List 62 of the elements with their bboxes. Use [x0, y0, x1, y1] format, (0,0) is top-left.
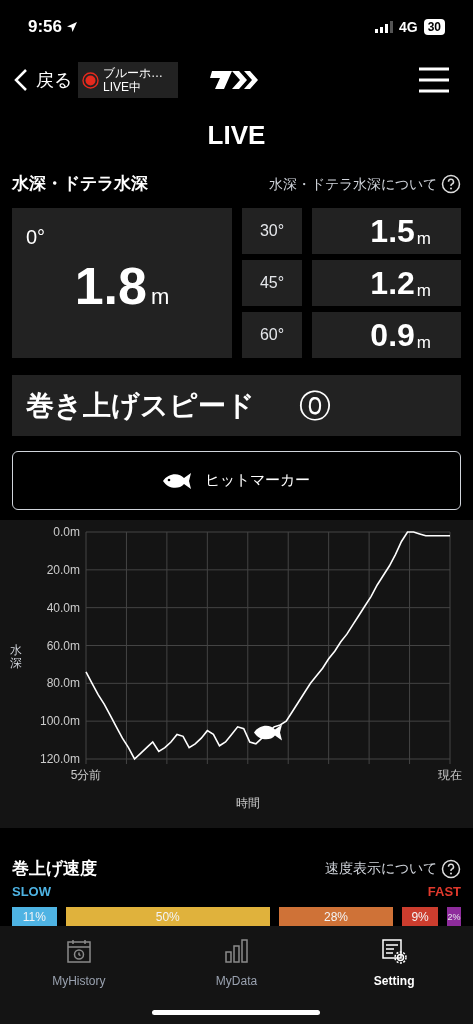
tab-item[interactable]: Setting [315, 938, 473, 990]
depth-value: 1.5 [370, 212, 415, 250]
y-tick-label: 0.0m [53, 525, 80, 539]
speed-help-link[interactable]: 速度表示について [325, 858, 461, 880]
x-axis-label: 時間 [236, 796, 260, 810]
tab-item[interactable]: MyData [157, 938, 316, 990]
status-time: 9:56 [28, 16, 63, 39]
help-icon [441, 858, 461, 879]
y-tick-label: 60.0m [46, 638, 80, 653]
fish-icon [163, 471, 193, 490]
logo [210, 68, 258, 92]
bar-percent: 9% [411, 911, 429, 923]
depth-unit: m [151, 283, 170, 311]
signal-icon [374, 21, 393, 33]
depth-value: 1.2 [370, 264, 415, 302]
live-badge[interactable]: ブルーホ… LIVE中 [78, 62, 178, 98]
menu-button[interactable] [419, 67, 449, 93]
angle-label: 0° [26, 225, 46, 250]
y-tick-label: 20.0m [46, 562, 80, 577]
page-title: LIVE [207, 118, 266, 152]
fast-label: FAST [427, 882, 461, 901]
back-button[interactable]: 戻る [14, 66, 72, 94]
tab-item[interactable]: MyHistory [0, 938, 158, 990]
live-status: LIVE中 [103, 80, 142, 94]
bar-percent: 28% [324, 911, 349, 923]
bar-percent: 11% [22, 911, 46, 923]
settings-icon [381, 938, 408, 964]
y-tick-label: 120.0m [39, 752, 80, 766]
record-icon [82, 71, 99, 89]
x-tick-label: 現在 [438, 768, 462, 782]
angle-cell: 30° [242, 208, 302, 254]
slow-label: SLOW [12, 882, 51, 901]
y-tick-label: 80.0m [46, 676, 80, 691]
depth-unit: m [416, 280, 431, 302]
hit-marker-button[interactable]: ヒットマーカー [12, 451, 461, 510]
depth-value: 1.8 [74, 260, 147, 312]
angle-cell: 60° [242, 312, 302, 358]
section-heading: 水深・ドテラ水深 [12, 173, 148, 196]
fish-icon [254, 724, 282, 741]
angle-cell: 45° [242, 260, 302, 306]
help-icon [441, 174, 461, 194]
depth-help-link[interactable]: 水深・ドテラ水深について [269, 173, 461, 195]
network-label: 4G [398, 17, 418, 37]
y-axis-label: 水深 [10, 644, 23, 671]
bar-percent: 2% [447, 912, 461, 922]
x-tick-label: 5分前 [70, 768, 102, 782]
depth-unit: m [416, 332, 431, 354]
device-name: ブルーホ… [103, 66, 163, 80]
location-arrow-icon [66, 21, 79, 33]
bar-percent: 50% [155, 911, 180, 923]
calendar-clock-icon [65, 938, 92, 964]
y-tick-label: 100.0m [39, 714, 80, 729]
bar-chart-icon [223, 938, 250, 964]
battery-icon: 30 [423, 19, 445, 35]
reel-speed-value: ⓪ [299, 386, 331, 426]
y-tick-label: 40.0m [46, 600, 80, 615]
menu-icon [419, 67, 449, 93]
reel-speed-label: 巻き上げスピード [26, 388, 255, 423]
depth-value: 0.9 [370, 316, 415, 354]
chevron-left-icon [14, 68, 28, 92]
depth-unit: m [416, 228, 431, 250]
section-heading: 巻上げ速度 [12, 858, 97, 880]
